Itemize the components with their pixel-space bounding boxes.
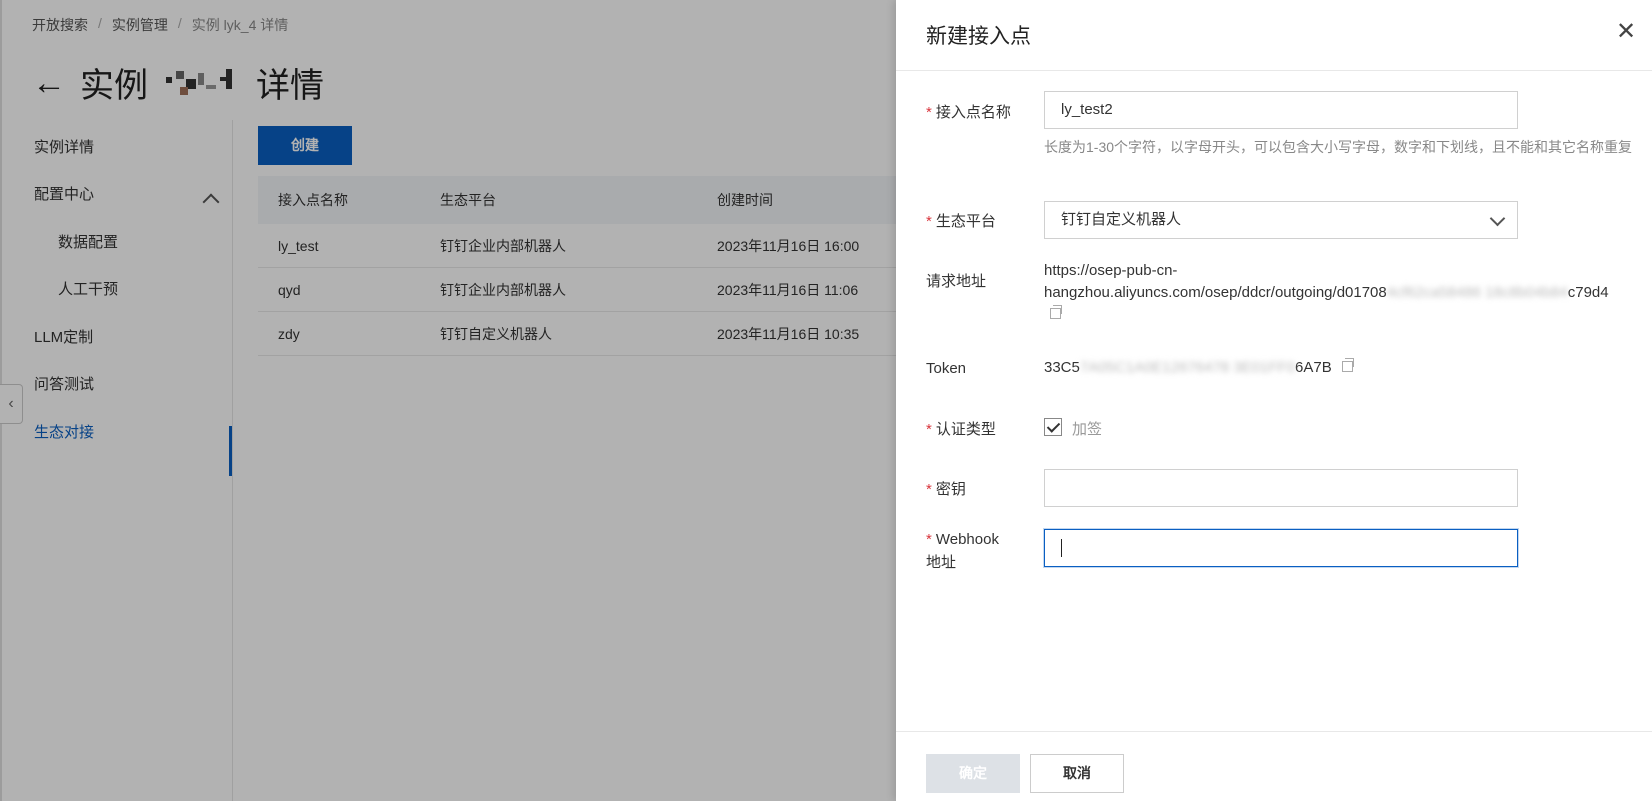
sign-checkbox[interactable] — [1044, 418, 1062, 436]
drawer-title: 新建接入点 — [926, 25, 1031, 48]
request-url-label: 请求地址 — [926, 273, 987, 290]
redacted-token-segment: 7A05C1A0E12676478 3E01FF0 — [1079, 359, 1296, 376]
token-start: 33C5 — [1044, 359, 1080, 376]
confirm-button[interactable]: 确定 — [926, 754, 1020, 793]
drawer-header: 新建接入点 ✕ — [896, 0, 1652, 71]
platform-label: * 生态平台 — [926, 213, 996, 230]
request-url-value: https://osep-pub-cn- hangzhou.aliyuncs.c… — [1044, 260, 1652, 326]
name-input[interactable]: ly_test2 — [1044, 91, 1518, 129]
sign-checkbox-label: 加签 — [1072, 421, 1103, 438]
create-access-point-drawer: 新建接入点 ✕ * 接入点名称 ly_test2 长度为1-30个字符，以字母开头… — [896, 0, 1652, 801]
drawer-footer: 确定 取消 — [896, 731, 1652, 801]
name-label: * 接入点名称 — [926, 104, 1011, 121]
webhook-label: * Webhook 地址 — [926, 531, 999, 571]
text-cursor — [1061, 539, 1062, 558]
redacted-url-segment: 4cf62ca58486 18c8b04b84 — [1386, 284, 1568, 301]
checkmark-icon — [1046, 419, 1061, 433]
platform-select[interactable]: 钉钉自定义机器人 — [1044, 201, 1518, 239]
auth-type-label: * 认证类型 — [926, 421, 996, 438]
token-end: 6A7B — [1295, 359, 1332, 376]
name-hint: 长度为1-30个字符，以字母开头，可以包含大小写字母，数字和下划线，且不能和其它… — [1044, 139, 1633, 155]
cancel-button[interactable]: 取消 — [1030, 754, 1124, 793]
request-url-line2: hangzhou.aliyuncs.com/osep/ddcr/outgoing… — [1044, 284, 1387, 301]
close-icon[interactable]: ✕ — [1616, 20, 1636, 44]
platform-select-value: 钉钉自定义机器人 — [1061, 211, 1182, 228]
token-value: 33C57A05C1A0E12676478 3E01FF06A7B — [1044, 358, 1354, 376]
request-url-line1: https://osep-pub-cn- — [1044, 262, 1178, 279]
copy-icon[interactable] — [1341, 358, 1354, 372]
copy-icon[interactable] — [1050, 305, 1062, 319]
webhook-input[interactable] — [1044, 529, 1518, 567]
request-url-tail: c79d4 — [1567, 284, 1609, 301]
secret-input[interactable] — [1044, 469, 1518, 507]
secret-label: * 密钥 — [926, 481, 966, 498]
token-label: Token — [926, 360, 967, 377]
modal-overlay[interactable] — [0, 0, 896, 801]
chevron-down-icon — [1489, 210, 1506, 227]
